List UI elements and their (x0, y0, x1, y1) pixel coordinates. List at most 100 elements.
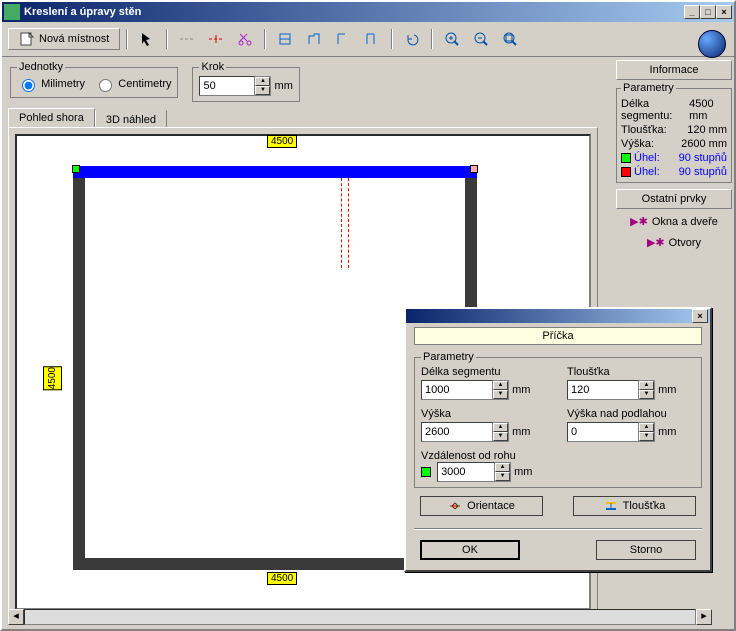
units-legend: Jednotky (17, 61, 65, 73)
other-elements-title: Ostatní prvky (616, 189, 732, 209)
step-spin-up[interactable]: ▲ (255, 77, 270, 86)
dim-left: 4500 (43, 366, 62, 390)
dlg-height-input[interactable] (421, 422, 493, 442)
handle-start[interactable] (72, 165, 80, 173)
openings-link[interactable]: ▶✱Otvory (616, 232, 732, 253)
units-mm-radio[interactable] (22, 79, 35, 92)
scroll-left-button[interactable]: ◂ (8, 609, 24, 625)
unit-label: mm (514, 466, 532, 478)
dlg-height-label: Výška (421, 408, 549, 420)
new-room-label: Nová místnost (39, 33, 109, 45)
new-room-icon (19, 31, 35, 47)
info-title: Informace (616, 60, 732, 80)
maximize-button[interactable]: □ (700, 5, 716, 19)
angle2-swatch-icon (621, 167, 631, 177)
step-input[interactable] (199, 76, 255, 96)
orientation-button[interactable]: Orientace (420, 496, 543, 516)
zoom-in-button[interactable] (439, 26, 465, 52)
titlebar: Kreslení a úpravy stěn _ □ × (2, 2, 734, 22)
dialog-title: Příčka (414, 327, 702, 345)
dialog-close-button[interactable]: × (692, 309, 708, 323)
info-angle2-value[interactable]: 90 stupňů (679, 166, 727, 178)
shape-tool-3[interactable] (330, 26, 356, 52)
expand-icon: ▶✱ (647, 237, 665, 249)
minimize-button[interactable]: _ (684, 5, 700, 19)
cut-tool[interactable] (232, 26, 258, 52)
spin-up[interactable]: ▲ (493, 423, 508, 432)
info-length-label: Délka segmentu: (621, 98, 689, 122)
ok-button[interactable]: OK (420, 540, 520, 560)
units-cm-option[interactable]: Centimetry (94, 78, 171, 90)
wall-top[interactable] (73, 166, 477, 178)
spin-up[interactable]: ▲ (639, 381, 654, 390)
unit-label: mm (512, 426, 530, 438)
new-room-button[interactable]: Nová místnost (8, 28, 120, 50)
spin-down[interactable]: ▼ (495, 472, 510, 481)
unit-label: mm (658, 384, 676, 396)
tab-top-view[interactable]: Pohled shora (8, 108, 95, 127)
unit-label: mm (512, 384, 530, 396)
horizontal-scrollbar[interactable] (24, 609, 696, 625)
unit-label: mm (658, 426, 676, 438)
spin-up[interactable]: ▲ (493, 381, 508, 390)
spin-up[interactable]: ▲ (495, 463, 510, 472)
dlg-length-input[interactable] (421, 380, 493, 400)
scroll-right-button[interactable]: ▸ (696, 609, 712, 625)
partition-preview (341, 178, 349, 268)
help-button[interactable] (698, 30, 726, 58)
zoom-fit-button[interactable] (497, 26, 523, 52)
info-angle1-label[interactable]: Úhel: (634, 152, 660, 164)
step-group: Krok ▲▼ mm (192, 61, 299, 102)
step-unit: mm (275, 80, 293, 92)
dim-bottom: 4500 (267, 572, 297, 585)
dash-tool-2[interactable] (203, 28, 229, 50)
spin-down[interactable]: ▼ (639, 432, 654, 441)
app-icon (4, 4, 20, 20)
zoom-out-button[interactable] (468, 26, 494, 52)
pointer-tool[interactable] (134, 26, 160, 52)
info-params: Parametry Délka segmentu:4500 mm Tloušťk… (616, 82, 732, 183)
corner-swatch-icon (421, 467, 431, 477)
info-height-label: Výška: (621, 138, 654, 150)
cancel-button[interactable]: Storno (596, 540, 696, 560)
dialog-params: Parametry Délka segmentu ▲▼ mm Tloušťka … (414, 351, 702, 488)
shape-tool-2[interactable] (301, 26, 327, 52)
toolbar: Nová místnost (2, 22, 734, 57)
info-thickness-label: Tloušťka: (621, 124, 667, 136)
info-angle1-value[interactable]: 90 stupňů (679, 152, 727, 164)
spin-down[interactable]: ▼ (493, 390, 508, 399)
shape-tool-1[interactable] (272, 26, 298, 52)
handle-end[interactable] (470, 165, 478, 173)
main-window: Kreslení a úpravy stěn _ □ × Nová místno… (0, 0, 736, 631)
info-angle2-label[interactable]: Úhel: (634, 166, 660, 178)
expand-icon: ▶✱ (630, 216, 648, 228)
shape-tool-4[interactable] (359, 26, 385, 52)
units-mm-option[interactable]: Milimetry (17, 78, 85, 90)
dlg-floor-height-input[interactable] (567, 422, 639, 442)
windows-doors-link[interactable]: ▶✱Okna a dveře (616, 211, 732, 232)
spin-down[interactable]: ▼ (493, 432, 508, 441)
units-group: Jednotky Milimetry Centimetry (10, 61, 178, 98)
thickness-icon (604, 500, 618, 512)
dlg-thickness-label: Tloušťka (567, 366, 695, 378)
angle1-swatch-icon (621, 153, 631, 163)
orientation-icon (448, 500, 462, 512)
partition-dialog: × Příčka Parametry Délka segmentu ▲▼ mm … (404, 307, 712, 572)
dim-top: 4500 (267, 135, 297, 148)
spin-up[interactable]: ▲ (639, 423, 654, 432)
units-cm-radio[interactable] (99, 79, 112, 92)
close-button[interactable]: × (716, 5, 732, 19)
info-height-value: 2600 mm (681, 138, 727, 150)
undo-button[interactable] (399, 26, 425, 52)
dlg-corner-dist-input[interactable] (437, 462, 495, 482)
thickness-button[interactable]: Tloušťka (573, 496, 696, 516)
info-thickness-value: 120 mm (687, 124, 727, 136)
window-title: Kreslení a úpravy stěn (24, 6, 684, 18)
wall-left[interactable] (73, 178, 85, 570)
step-spin-down[interactable]: ▼ (255, 86, 270, 95)
spin-down[interactable]: ▼ (639, 390, 654, 399)
dialog-params-legend: Parametry (421, 351, 476, 363)
dlg-thickness-input[interactable] (567, 380, 639, 400)
dash-tool-1[interactable] (174, 28, 200, 50)
info-length-value: 4500 mm (689, 98, 727, 122)
